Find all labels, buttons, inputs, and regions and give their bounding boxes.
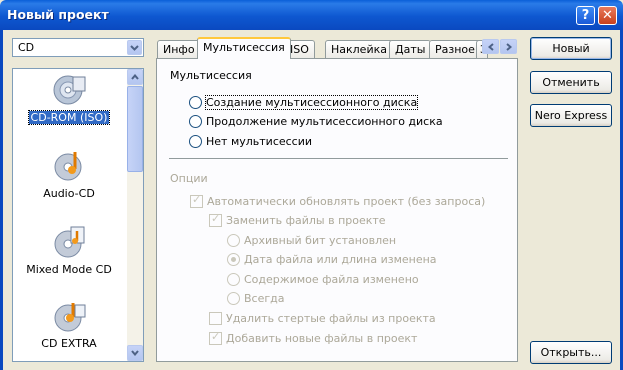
nero-express-button[interactable]: Nero Express [530, 104, 612, 127]
dropdown-arrow-button[interactable] [127, 40, 142, 55]
chevron-down-icon [130, 44, 139, 51]
checkbox-box[interactable] [209, 212, 222, 227]
radio-always[interactable]: Всегда [227, 292, 285, 305]
list-item-mixed-mode-cd[interactable]: Mixed Mode CD [13, 225, 125, 281]
checkbox-replace-files[interactable]: Заменить файлы в проекте [209, 212, 386, 227]
scroll-thumb[interactable] [127, 86, 143, 172]
options-group-label: Опции [170, 172, 208, 185]
checkbox-box[interactable] [190, 193, 203, 208]
audio-cd-icon [54, 152, 82, 181]
list-item-cd-extra[interactable]: CD EXTRA [13, 299, 125, 355]
disc-type-dropdown[interactable]: CD [12, 38, 144, 57]
cd-extra-icon [54, 303, 86, 332]
list-item-label: CD EXTRA [41, 337, 97, 350]
radio-continue-multisession[interactable]: Продолжение мультисессионного диска [189, 115, 443, 128]
list-item-label: CD-ROM (ISO) [27, 110, 111, 125]
title-bar: Новый проект ? ✕ [0, 0, 623, 30]
multisession-panel: Мультисессия Создание мультисессионного … [156, 58, 518, 362]
radio-circle[interactable] [189, 135, 202, 148]
scroll-down-button[interactable] [127, 345, 143, 361]
tab-scroll-left-button[interactable] [482, 39, 499, 54]
radio-create-multisession[interactable]: Создание мультисессионного диска [189, 95, 419, 110]
window-title: Новый проект [7, 7, 109, 22]
separator [169, 158, 508, 159]
checkbox-label: Удалить стертые файлы из проекта [226, 312, 436, 325]
project-type-list[interactable]: CD-ROM (ISO) Audio-CD Mixed Mode CD CD E… [12, 68, 144, 362]
radio-circle[interactable] [227, 234, 240, 247]
checkbox-box[interactable] [209, 330, 222, 345]
close-icon: ✕ [602, 8, 613, 23]
radio-label: Дата файла или длина изменена [244, 253, 437, 266]
list-scrollbar[interactable] [127, 69, 143, 361]
radio-date-or-size-changed[interactable]: Дата файла или длина изменена [227, 253, 437, 266]
tab-scroll-buttons [482, 39, 518, 55]
chevron-down-icon [131, 350, 139, 356]
list-item-label: Mixed Mode CD [26, 263, 112, 276]
checkbox-auto-update[interactable]: Автоматически обновлять проект (без запр… [190, 193, 486, 208]
radio-label: Продолжение мультисессионного диска [206, 115, 443, 128]
radio-circle[interactable] [189, 115, 202, 128]
radio-no-multisession[interactable]: Нет мультисессии [189, 135, 312, 148]
list-item-cd-rom-iso[interactable]: CD-ROM (ISO) [13, 73, 125, 129]
mixed-mode-cd-icon [54, 226, 85, 258]
scroll-up-button[interactable] [127, 69, 143, 85]
tab-misc[interactable]: Разное [429, 40, 481, 58]
radio-label: Содержимое файла изменено [244, 273, 419, 286]
chevron-left-icon [487, 42, 494, 51]
radio-circle[interactable] [227, 292, 240, 305]
radio-content-changed[interactable]: Содержимое файла изменено [227, 273, 419, 286]
window-frame-left [0, 30, 3, 370]
radio-circle[interactable] [189, 96, 202, 109]
help-button[interactable]: ? [576, 6, 595, 25]
checkbox-label: Автоматически обновлять проект (без запр… [207, 195, 486, 208]
multisession-heading: Мультисессия [170, 69, 252, 82]
radio-label: Всегда [244, 292, 285, 305]
help-icon: ? [581, 8, 590, 23]
radio-circle[interactable] [227, 273, 240, 286]
disc-type-value: CD [18, 41, 35, 54]
tab-label[interactable]: Наклейка [325, 40, 393, 58]
checkbox-label: Добавить новые файлы в проект [226, 332, 418, 345]
close-button[interactable]: ✕ [598, 6, 617, 25]
chevron-right-icon [505, 42, 512, 51]
chevron-up-icon [131, 74, 139, 80]
open-button[interactable]: Открыть... [530, 341, 612, 364]
checkbox-label: Заменить файлы в проекте [226, 214, 386, 227]
new-button[interactable]: Новый [530, 37, 612, 60]
list-item-audio-cd[interactable]: Audio-CD [13, 149, 125, 205]
checkbox-box[interactable] [209, 312, 222, 325]
radio-circle[interactable] [227, 253, 240, 266]
tab-dates[interactable]: Даты [389, 40, 432, 58]
radio-label: Нет мультисессии [206, 135, 313, 148]
cd-rom-icon [53, 75, 86, 105]
checkbox-add-new[interactable]: Добавить новые файлы в проект [209, 330, 418, 345]
tab-multisession[interactable]: Мультисессия [197, 37, 291, 59]
radio-label: Архивный бит установлен [244, 234, 397, 247]
list-item-label: Audio-CD [43, 187, 95, 200]
cancel-button[interactable]: Отменить [530, 71, 612, 94]
radio-archive-bit[interactable]: Архивный бит установлен [227, 234, 396, 247]
tab-info[interactable]: Инфо [157, 40, 201, 58]
checkbox-delete-erased[interactable]: Удалить стертые файлы из проекта [209, 312, 436, 325]
radio-label: Создание мультисессионного диска [204, 95, 419, 110]
tab-scroll-right-button[interactable] [500, 39, 517, 54]
